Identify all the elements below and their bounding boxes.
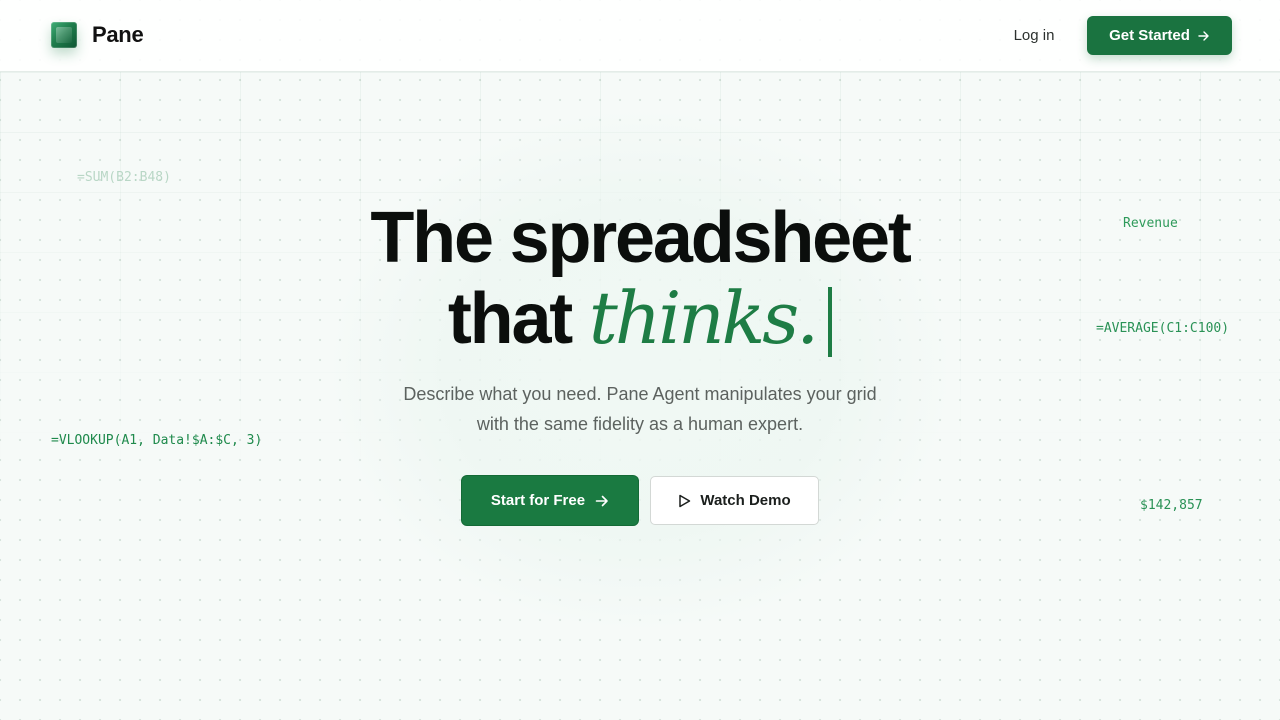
headline-accent: thinks.	[588, 276, 819, 360]
headline-line-2: that thinks.	[0, 278, 1280, 359]
watch-demo-label: Watch Demo	[700, 492, 791, 509]
watch-demo-button[interactable]: Watch Demo	[650, 476, 819, 525]
site-header: Pane Log in Get Started	[0, 0, 1280, 72]
floating-value-amount: $142,857	[1140, 498, 1203, 513]
arrow-right-icon	[1198, 30, 1209, 41]
get-started-button[interactable]: Get Started	[1087, 16, 1232, 55]
play-icon	[679, 494, 691, 507]
brand-name[interactable]: Pane	[92, 22, 144, 48]
floating-formula-sum: =SUM(B2:B48)	[77, 170, 171, 185]
headline-line-1: The spreadsheet	[370, 198, 911, 278]
text-cursor	[828, 287, 833, 357]
hero-headline: The spreadsheet that thinks.	[0, 198, 1280, 359]
start-for-free-label: Start for Free	[490, 492, 586, 509]
get-started-label: Get Started	[1109, 27, 1190, 44]
login-link[interactable]: Log in	[1000, 24, 1068, 48]
arrow-right-icon	[595, 495, 608, 506]
subtitle-line-2: with the same fidelity as a human expert…	[476, 414, 804, 434]
start-for-free-button[interactable]: Start for Free	[462, 476, 638, 525]
floating-formula-vlookup: =VLOOKUP(A1, Data!$A:$C, 3)	[51, 433, 263, 448]
subtitle-line-1: Describe what you need. Pane Agent manip…	[403, 384, 877, 404]
background-glow	[330, 110, 950, 630]
pane-logo-icon[interactable]	[51, 22, 77, 48]
headline-prefix: that	[447, 279, 573, 359]
hero-subtitle: Describe what you need. Pane Agent manip…	[390, 379, 890, 439]
